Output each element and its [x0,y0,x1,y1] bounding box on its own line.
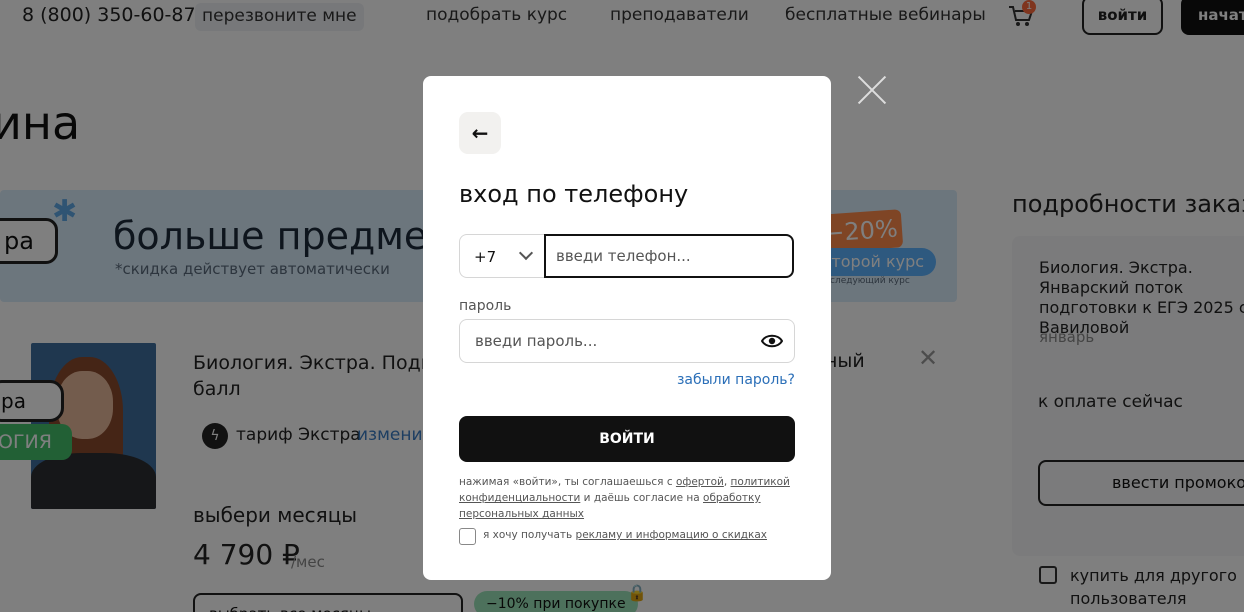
close-icon[interactable] [856,74,888,106]
country-code-value: +7 [474,248,497,266]
offer-link[interactable]: офертой [676,476,724,488]
forgot-password-link[interactable]: забыли пароль? [677,372,795,388]
password-label: пароль [459,298,512,314]
password-input[interactable] [459,319,795,363]
back-arrow-icon[interactable]: ← [459,112,501,154]
eye-icon[interactable] [761,333,783,349]
legal-text: нажимая «войти», ты соглашаешься с оферт… [459,476,790,520]
phone-input[interactable] [544,234,794,278]
ads-consent-checkbox[interactable] [459,528,476,545]
country-code-select[interactable]: +7 [459,234,549,278]
modal-title: вход по телефону [459,180,689,208]
submit-login-button[interactable]: ВОЙТИ [459,416,795,462]
login-modal: ← вход по телефону +7 пароль забыли паро… [423,76,831,580]
ads-consent-label: я хочу получать рекламу и информацию о с… [483,529,768,541]
ads-info-link[interactable]: рекламу и информацию о скидках [576,529,767,541]
